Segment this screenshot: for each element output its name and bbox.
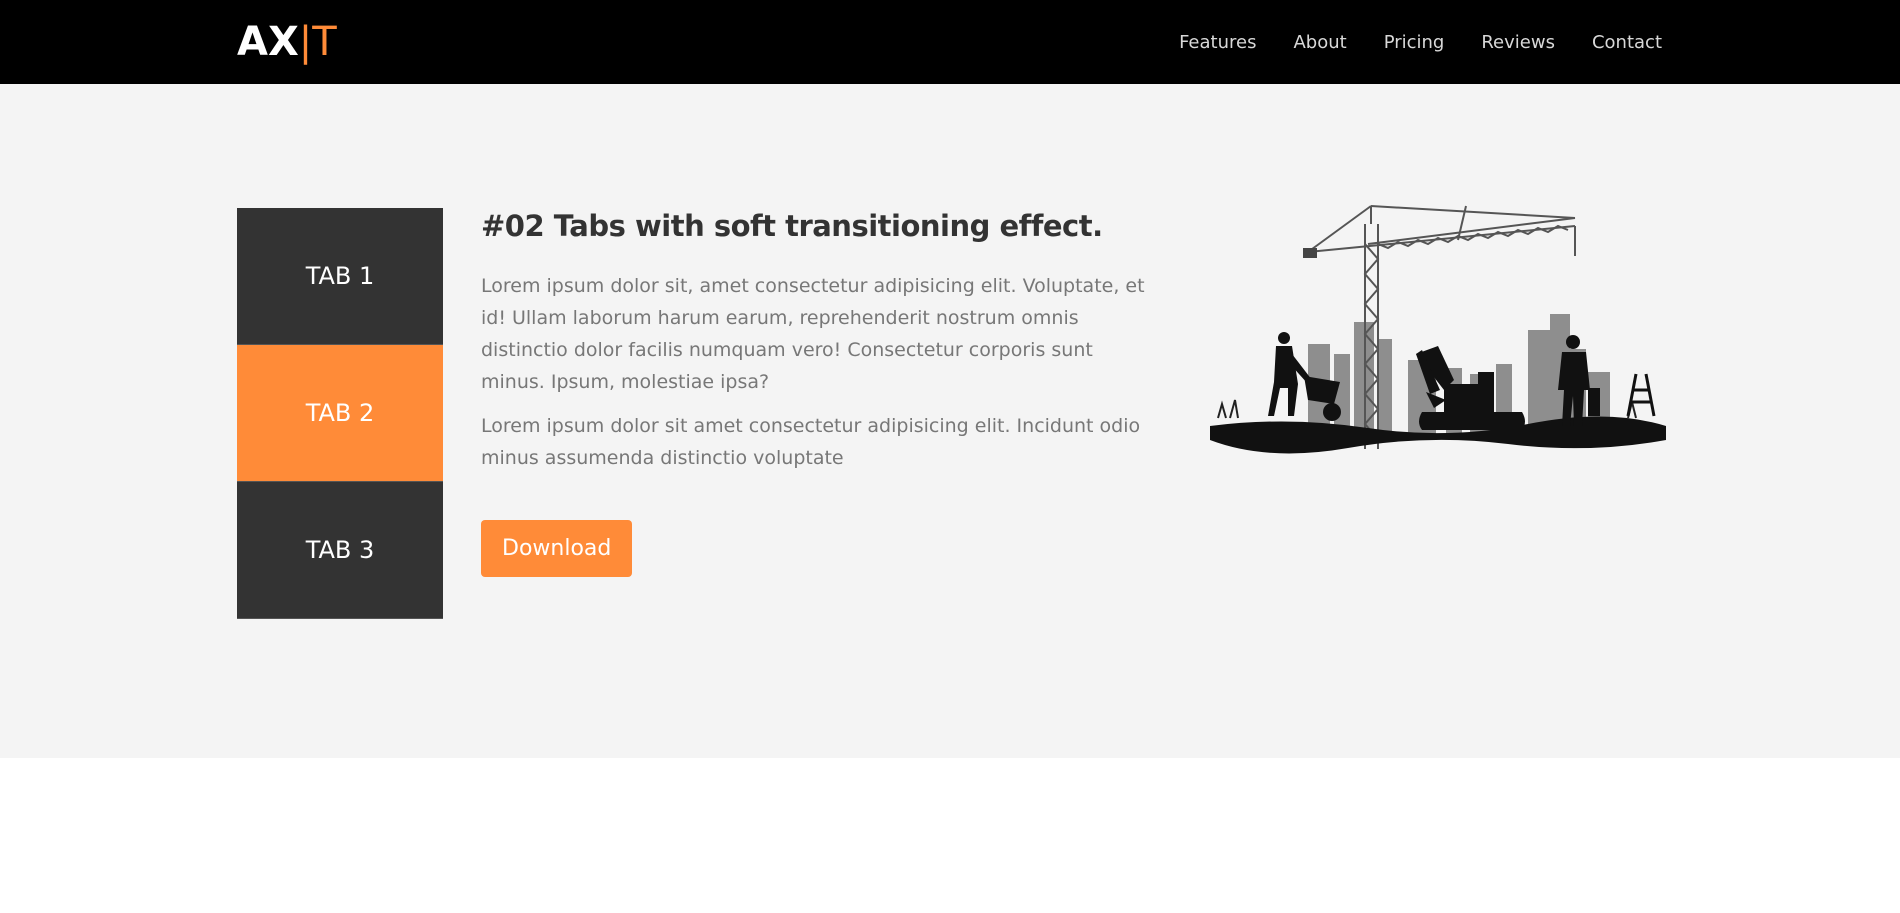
content-paragraph-1: Lorem ipsum dolor sit, amet consectetur … [481,275,1145,393]
nav-link-pricing[interactable]: Pricing [1384,32,1445,53]
nav-menu: Features About Pricing Reviews Contact [1142,0,1662,84]
content-title: #02 Tabs with soft transitioning effect. [481,209,1103,243]
navbar: AX|T Features About Pricing Reviews Cont… [0,0,1900,84]
tab-list: TAB 1 TAB 2 TAB 3 [237,208,443,619]
nav-link-contact[interactable]: Contact [1592,32,1662,53]
tab-3[interactable]: TAB 3 [237,482,443,619]
nav-link-reviews[interactable]: Reviews [1481,32,1555,53]
nav-link-about[interactable]: About [1293,32,1346,53]
logo[interactable]: AX|T [237,20,337,64]
content-paragraph-2: Lorem ipsum dolor sit amet consectetur a… [481,415,1141,469]
nav-link-features[interactable]: Features [1179,32,1256,53]
logo-main: AX [237,19,299,65]
download-button[interactable]: Download [481,520,633,577]
tabs-section: TAB 1 TAB 2 TAB 3 #02 Tabs with soft tra… [0,84,1900,758]
tab-2[interactable]: TAB 2 [237,345,443,482]
construction-site-illustration [1210,205,1666,454]
tab-content: #02 Tabs with soft transitioning effect.… [481,206,1151,577]
tab-1[interactable]: TAB 1 [237,208,443,345]
logo-accent: T [312,19,337,65]
logo-separator: | [298,19,313,65]
